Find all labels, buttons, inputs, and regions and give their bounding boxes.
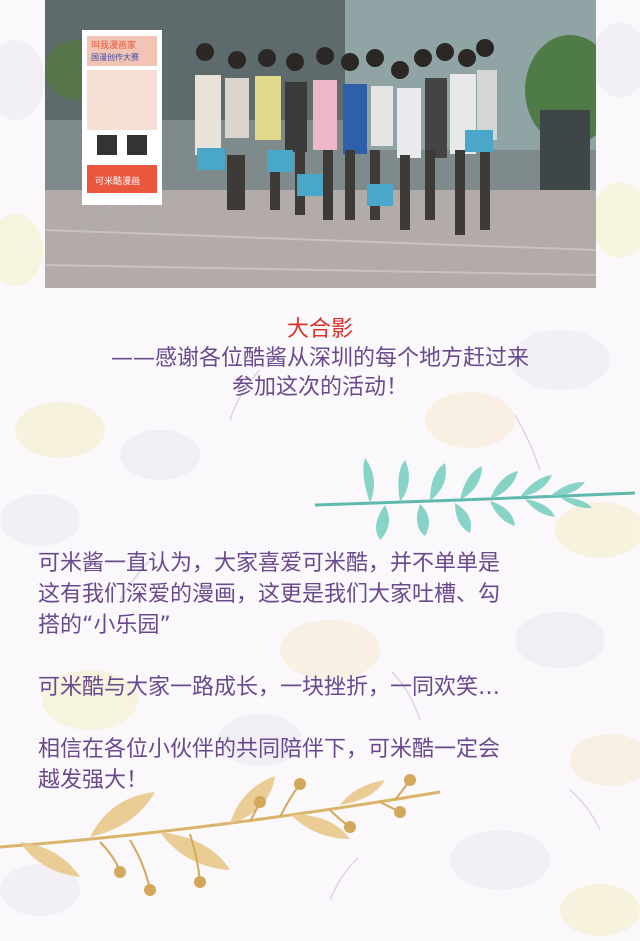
banner-brand: 可米酷漫画 — [95, 175, 140, 187]
caption-title: 大合影 — [286, 317, 353, 342]
paragraph-1-line-2: 这有我们深爱的漫画，这更是我们大家吐槽、勾 — [38, 582, 501, 607]
banner-headline: 叫我漫画家 — [91, 39, 136, 51]
body-text: 可米酱一直认为，大家喜爱可米酷，并不单单是 这有我们深爱的漫画，这更是我们大家吐… — [38, 548, 610, 796]
banner-sub: 国漫创作大赛 — [91, 52, 139, 62]
paragraph-2: 可米酷与大家一路成长，一块挫折，一同欢笑… — [38, 675, 501, 700]
paragraph-3-line-1: 相信在各位小伙伴的共同陪伴下，可米酷一定会 — [38, 737, 501, 762]
photo-caption: 大合影 ——感谢各位酷酱从深圳的每个地方赶过来 参加这次的活动！ — [0, 315, 640, 402]
caption-line-2: 参加这次的活动！ — [231, 375, 408, 400]
paragraph-1-line-3: 搭的“小乐园” — [38, 613, 171, 638]
paragraph-1-line-1: 可米酱一直认为，大家喜爱可米酷，并不单单是 — [38, 551, 501, 576]
gold-leaf-decoration — [0, 774, 441, 896]
teal-leaf-decoration — [314, 458, 636, 540]
group-photo: 叫我漫画家 国漫创作大赛 可米酷漫画 — [45, 0, 596, 288]
caption-line-1: ——感谢各位酷酱从深圳的每个地方赶过来 — [110, 346, 529, 371]
